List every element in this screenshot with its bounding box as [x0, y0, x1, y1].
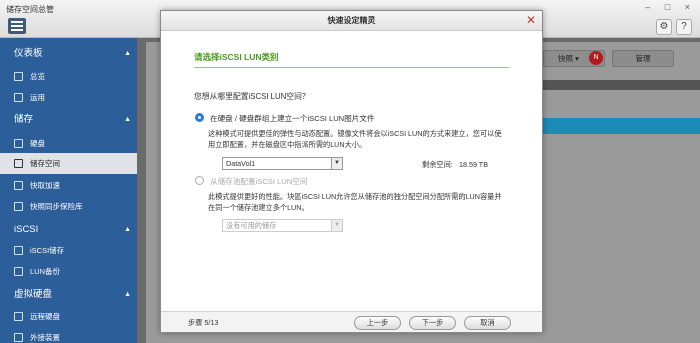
external-device-icon [14, 333, 23, 342]
sidebar-item-remote-disk[interactable]: 远程硬盘 [0, 306, 137, 327]
iscsi-icon [14, 246, 23, 255]
sidebar-item-label: 运用 [30, 93, 45, 102]
dialog-header: 快速设定精灵 ✕ [161, 11, 542, 31]
sidebar-item-iscsi-storage[interactable]: iSCSI储存 [0, 240, 137, 261]
chevron-down-icon: ▼ [331, 158, 342, 169]
sidebar-item-storage-space[interactable]: 储存空间 [0, 153, 137, 174]
table-row-selected[interactable] [543, 118, 700, 134]
sidebar: 仪表板 ▲ 总览 运用 储存 ▲ 硬盘 储存空间 快取加速 快照同步保险库 iS… [0, 38, 137, 343]
snapshot-label: 快照 [558, 54, 573, 63]
sidebar-section-iscsi[interactable]: iSCSI ▲ [0, 218, 137, 242]
sidebar-section-storage[interactable]: 储存 ▲ [0, 108, 137, 132]
chevron-up-icon: ▲ [124, 291, 131, 298]
option-lun-image-desc-2: 用立即配置，并在磁盘区中指派所需的LUN大小。 [208, 140, 367, 149]
sidebar-section-virtual-disk[interactable]: 虚拟硬盘 ▲ [0, 283, 137, 307]
storage-manager-icon [8, 18, 26, 34]
chart-icon [14, 93, 23, 102]
cache-icon [14, 181, 23, 190]
sidebar-item-overview[interactable]: 总览 [0, 66, 137, 87]
list-icon [14, 159, 23, 168]
sidebar-item-lun-backup[interactable]: LUN备份 [0, 261, 137, 282]
question-text: 您想从哪里配置iSCSI LUN空间？ [194, 92, 310, 101]
chevron-up-icon: ▲ [124, 116, 131, 123]
app-title: 储存空间总管 [6, 5, 54, 14]
sidebar-item-cache[interactable]: 快取加速 [0, 175, 137, 196]
quick-setup-dialog: 快速设定精灵 ✕ 请选择iSCSI LUN类别 您想从哪里配置iSCSI LUN… [160, 10, 543, 333]
sidebar-section-dashboard[interactable]: 仪表板 ▲ [0, 42, 137, 66]
sidebar-item-label: 快取加速 [30, 181, 60, 190]
sidebar-item-snapshot-vault[interactable]: 快照同步保险库 [0, 196, 137, 217]
storage-pool-select: 没有可用的储存 ▼ [222, 219, 343, 232]
step-counter: 步骤 5/13 [188, 318, 219, 327]
option-lun-image-desc-1: 这种模式可提供更佳的弹性与动态配置。镜像文件将会以iSCSI LUN的方式来建立… [208, 129, 502, 138]
sidebar-section-label: 仪表板 [14, 48, 43, 59]
option-storage-pool-desc-2: 在同一个储存池建立多个LUN。 [208, 203, 309, 212]
dialog-footer: 步骤 5/13 上一步 下一步 取消 [161, 311, 542, 332]
sidebar-item-label: 快照同步保险库 [30, 202, 83, 211]
option-lun-image-radio[interactable] [195, 113, 204, 122]
sidebar-section-label: 虚拟硬盘 [14, 289, 53, 300]
backup-icon [14, 267, 23, 276]
help-button[interactable]: ? [676, 19, 692, 35]
chevron-up-icon: ▲ [124, 226, 131, 233]
chevron-up-icon: ▲ [124, 50, 131, 57]
chevron-down-icon: ▼ [331, 220, 342, 231]
sidebar-item-label: iSCSI储存 [30, 246, 65, 255]
cancel-button[interactable]: 取消 [464, 316, 511, 330]
next-button[interactable]: 下一步 [409, 316, 456, 330]
manage-button[interactable]: 管理 [612, 50, 674, 67]
sidebar-section-label: 储存 [14, 114, 34, 125]
settings-button[interactable]: ⚙ [656, 19, 672, 35]
remote-disk-icon [14, 312, 23, 321]
sidebar-item-label: 总览 [30, 72, 45, 81]
sidebar-section-label: iSCSI [14, 224, 39, 235]
sidebar-item-external-device[interactable]: 外接装置 [0, 327, 137, 343]
option-storage-pool-desc-1: 此模式提供更好的性能。块區iSCSI LUN允许您从储存池的独分配空间分配所需的… [208, 192, 502, 201]
option-storage-pool-label[interactable]: 从储存池配置iSCSI LUN空间 [210, 176, 307, 187]
free-space-value: 18.59 TB [458, 160, 488, 169]
option-lun-image-label[interactable]: 在硬盘 / 硬盘群组上建立一个iSCSI LUN图片文件 [210, 113, 375, 124]
sidebar-item-disks[interactable]: 硬盘 [0, 133, 137, 154]
window-controls[interactable]: – □ × [645, 2, 696, 12]
dialog-title: 快速设定精灵 [327, 16, 376, 25]
sidebar-item-label: 储存空间 [30, 159, 60, 168]
gear-icon: ⚙ [659, 21, 669, 32]
help-icon: ? [681, 21, 687, 32]
sidebar-item-label: LUN备份 [30, 267, 61, 276]
sidebar-item-usage[interactable]: 运用 [0, 87, 137, 108]
volume-select[interactable]: DataVol1 ▼ [222, 157, 343, 170]
disk-icon [14, 139, 23, 148]
previous-button[interactable]: 上一步 [354, 316, 401, 330]
sidebar-item-label: 外接装置 [30, 333, 60, 342]
storage-pool-select-value: 没有可用的储存 [226, 221, 277, 230]
title-divider [194, 67, 509, 68]
step-title: 请选择iSCSI LUN类别 [194, 52, 279, 62]
table-header [543, 80, 700, 90]
volume-select-value: DataVol1 [226, 159, 256, 168]
vault-icon [14, 202, 23, 211]
option-storage-pool-radio[interactable] [195, 176, 204, 185]
sidebar-item-label: 硬盘 [30, 139, 45, 148]
notification-badge: N [589, 51, 603, 65]
close-icon[interactable]: ✕ [526, 12, 536, 28]
overview-icon [14, 72, 23, 81]
sidebar-item-label: 远程硬盘 [30, 312, 60, 321]
